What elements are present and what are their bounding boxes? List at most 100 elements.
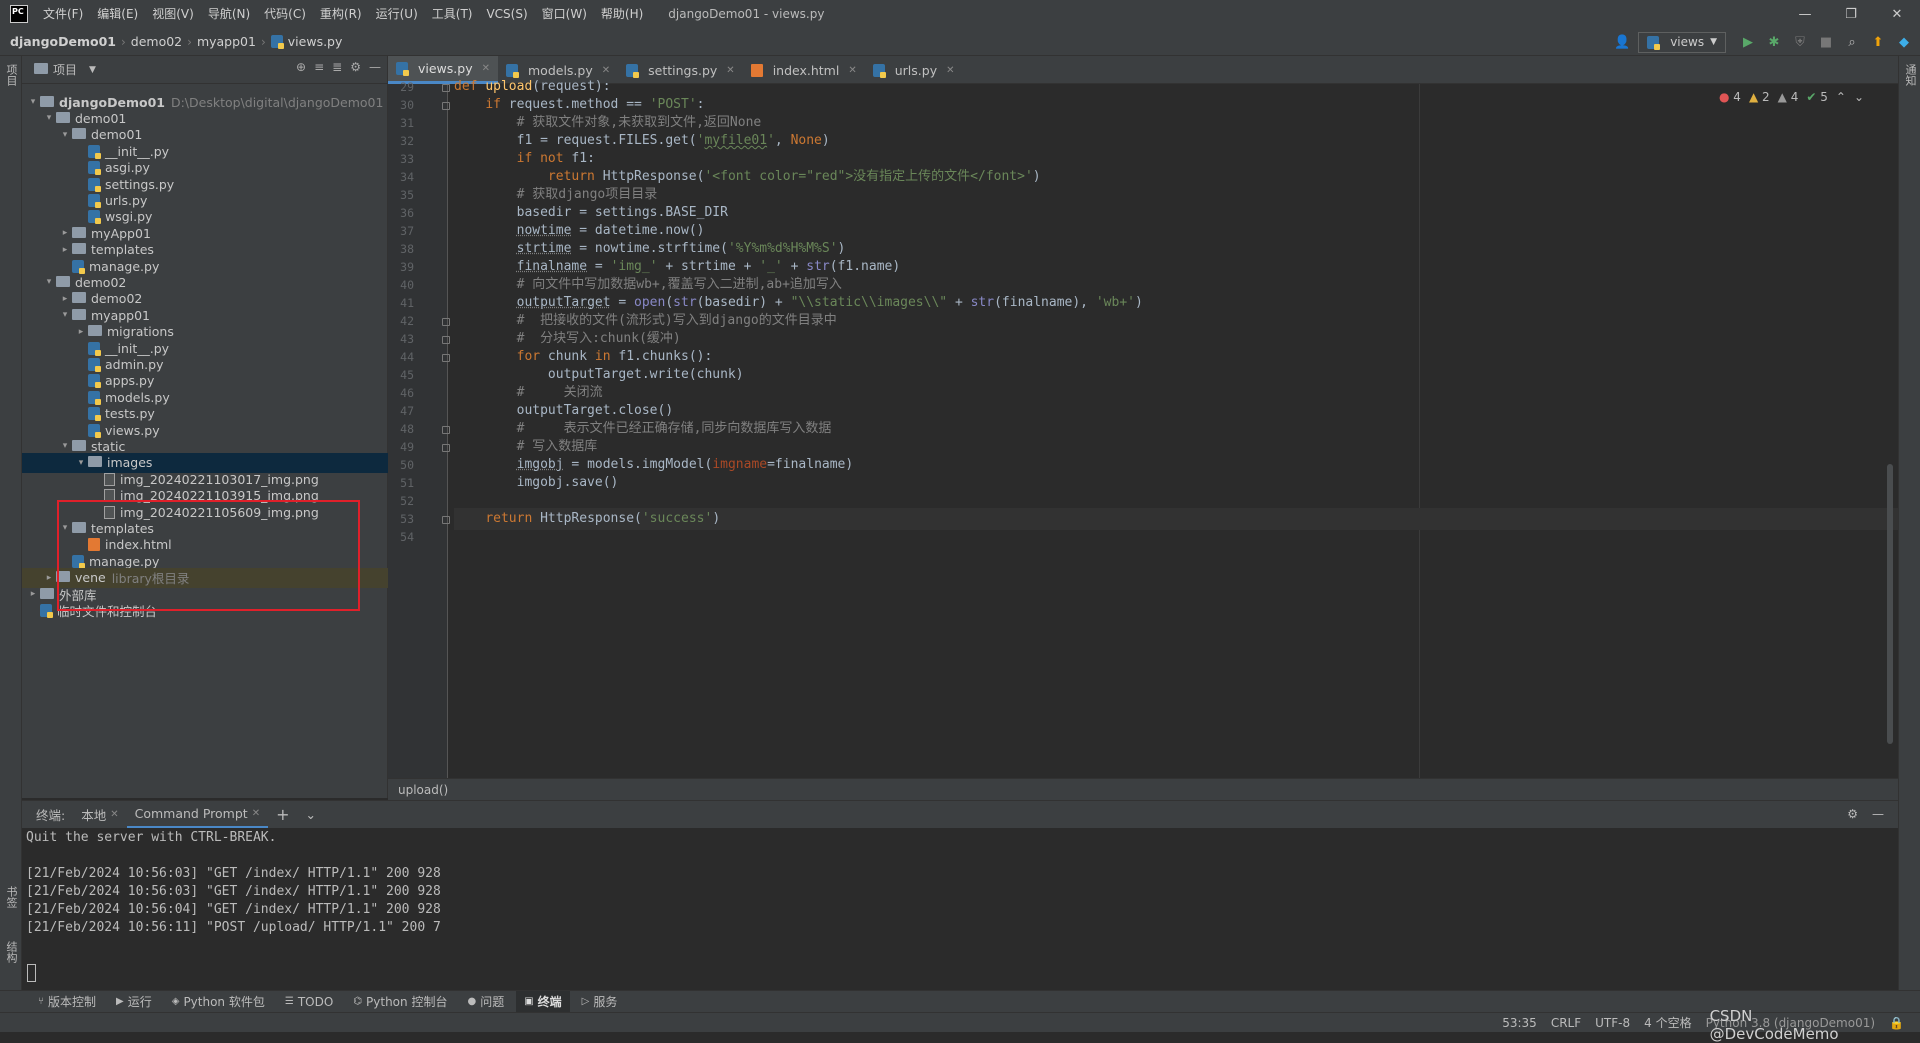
menu-item-0[interactable]: 文件(F): [36, 0, 90, 28]
run-icon[interactable]: ▶: [1738, 32, 1758, 52]
chevron-icon[interactable]: ▸: [58, 245, 72, 255]
terminal-tab-command-prompt[interactable]: Command Prompt ✕: [126, 801, 269, 829]
code-breadcrumb-function[interactable]: upload(): [398, 783, 448, 797]
menu-item-1[interactable]: 编辑(E): [90, 0, 145, 28]
hide-icon[interactable]: —: [369, 60, 381, 74]
editor-scrollbar[interactable]: [1887, 464, 1893, 744]
terminal-tab-local[interactable]: 本地 ✕: [73, 801, 126, 829]
chevron-icon[interactable]: ▾: [42, 113, 56, 123]
tool-window-button[interactable]: ☰ TODO: [277, 991, 341, 1013]
user-account-icon[interactable]: 👤: [1612, 32, 1632, 52]
lock-icon[interactable]: 🔒: [1889, 1016, 1904, 1030]
tool-window-bookmarks[interactable]: 书签: [3, 886, 19, 908]
menu-item-9[interactable]: 窗口(W): [535, 0, 594, 28]
menu-item-6[interactable]: 运行(U): [369, 0, 425, 28]
python-file-icon: [506, 63, 519, 78]
update-icon[interactable]: ⬆: [1868, 32, 1888, 52]
caret-position[interactable]: 53:35: [1502, 1016, 1537, 1030]
tool-window-notifications[interactable]: 通知: [1902, 64, 1918, 86]
hide-icon[interactable]: —: [1872, 807, 1884, 821]
tool-window-button[interactable]: ⌬ Python 控制台: [345, 991, 455, 1013]
coverage-icon[interactable]: ⛨: [1790, 32, 1810, 52]
chevron-down-icon[interactable]: ⌄: [297, 801, 323, 829]
close-icon[interactable]: ✕: [848, 65, 856, 76]
tool-window-project[interactable]: 项目: [3, 64, 19, 86]
editor-tab[interactable]: urls.py ✕: [865, 56, 963, 84]
stop-icon[interactable]: ■: [1816, 32, 1836, 52]
tool-window-structure[interactable]: 结构: [3, 941, 19, 963]
add-terminal-icon[interactable]: +: [268, 801, 297, 829]
chevron-up-icon[interactable]: ⌃: [1836, 90, 1846, 104]
tool-window-button[interactable]: ● 问题: [459, 991, 512, 1013]
terminal-output[interactable]: Quit the server with CTRL-BREAK. [21/Feb/…: [22, 828, 1898, 990]
tool-window-button[interactable]: ▣ 终端: [516, 990, 570, 1013]
tool-window-button[interactable]: ◈ Python 软件包: [164, 991, 273, 1013]
chevron-down-icon[interactable]: ▼: [89, 65, 96, 75]
breadcrumb-myapp01[interactable]: myapp01: [197, 34, 256, 49]
tool-window-button[interactable]: ▶ 运行: [108, 991, 160, 1013]
debug-icon[interactable]: ✱: [1764, 32, 1784, 52]
gear-icon[interactable]: ⚙: [1847, 807, 1858, 821]
chevron-icon[interactable]: ▸: [58, 228, 72, 238]
breadcrumb-file[interactable]: views.py: [270, 34, 342, 49]
breadcrumb-demo02[interactable]: demo02: [131, 34, 182, 49]
chevron-icon[interactable]: ▾: [42, 277, 56, 287]
line-separator[interactable]: CRLF: [1551, 1016, 1581, 1030]
search-icon[interactable]: ⌕: [1842, 32, 1862, 52]
chevron-icon[interactable]: ▾: [58, 523, 72, 533]
chevron-icon[interactable]: ▸: [74, 327, 88, 337]
gear-icon[interactable]: ⚙: [350, 60, 361, 74]
chevron-icon[interactable]: ▾: [74, 458, 88, 468]
chevron-icon[interactable]: ▸: [42, 573, 56, 583]
fold-marker-icon[interactable]: [442, 102, 450, 110]
close-icon[interactable]: ✕: [482, 63, 490, 74]
expand-all-icon[interactable]: ≡: [314, 60, 324, 74]
minimize-icon[interactable]: —: [1782, 0, 1828, 28]
fold-marker-icon[interactable]: [442, 318, 450, 326]
editor-tab[interactable]: settings.py ✕: [618, 56, 743, 84]
menu-item-5[interactable]: 重构(R): [313, 0, 369, 28]
fold-marker-icon[interactable]: [442, 516, 450, 524]
close-icon[interactable]: ✕: [602, 65, 610, 76]
menu-item-8[interactable]: VCS(S): [479, 0, 534, 28]
chevron-icon[interactable]: ▾: [58, 130, 72, 140]
editor-tab[interactable]: index.html ✕: [743, 56, 865, 84]
tool-window-button[interactable]: ▷ 服务: [574, 991, 626, 1013]
chevron-icon[interactable]: ▾: [58, 310, 72, 320]
fold-marker-icon[interactable]: [442, 336, 450, 344]
python-interpreter[interactable]: Python 3.8 (djangoDemo01) CSDN @DevCodeM…: [1706, 1007, 1875, 1043]
locate-icon[interactable]: ⊕: [296, 60, 306, 74]
tree-item-label: demo02: [75, 274, 127, 290]
chevron-icon[interactable]: ▾: [58, 441, 72, 451]
tree-item[interactable]: 临时文件和控制台: [22, 600, 388, 620]
jetbrains-logo-icon[interactable]: ◆: [1894, 32, 1914, 52]
close-icon[interactable]: ✕: [726, 65, 734, 76]
menu-item-7[interactable]: 工具(T): [425, 0, 480, 28]
close-icon[interactable]: ✕: [1874, 0, 1920, 28]
chevron-icon[interactable]: ▸: [58, 294, 72, 304]
fold-marker-icon[interactable]: [442, 354, 450, 362]
menu-item-4[interactable]: 代码(C): [257, 0, 313, 28]
run-config-select[interactable]: views ▼: [1638, 31, 1726, 53]
menu-item-3[interactable]: 导航(N): [201, 0, 257, 28]
fold-marker-icon[interactable]: [442, 426, 450, 434]
fold-marker-icon[interactable]: [442, 444, 450, 452]
fold-marker-icon[interactable]: [442, 84, 450, 92]
code-editor[interactable]: 29 30 31 32 33 34 35 36 37 38 39 40 41 42 43 44 45 46 47 48…: [388, 79, 1898, 778]
close-icon[interactable]: ✕: [946, 65, 954, 76]
chevron-icon[interactable]: ▸: [26, 589, 40, 599]
indent-setting[interactable]: 4 个空格: [1644, 1014, 1691, 1031]
tool-window-icon: ▣: [524, 996, 534, 1007]
project-panel-title[interactable]: 项目: [53, 61, 77, 78]
menu-item-2[interactable]: 视图(V): [145, 0, 201, 28]
breadcrumb-project[interactable]: djangoDemo01: [10, 34, 116, 49]
menu-item-10[interactable]: 帮助(H): [594, 0, 650, 28]
chevron-icon[interactable]: ▾: [26, 97, 40, 107]
restore-icon[interactable]: ❐: [1828, 0, 1874, 28]
collapse-all-icon[interactable]: ≣: [332, 60, 342, 74]
file-encoding[interactable]: UTF-8: [1595, 1016, 1630, 1030]
tool-window-button[interactable]: ⑂ 版本控制: [30, 991, 104, 1013]
chevron-down-icon[interactable]: ⌄: [1854, 90, 1864, 104]
warning-count: ▲ 2: [1748, 90, 1770, 104]
inspection-widget[interactable]: ● 4 ▲ 2 ▲ 4 ✔ 5 ⌃ ⌄: [1719, 90, 1864, 104]
